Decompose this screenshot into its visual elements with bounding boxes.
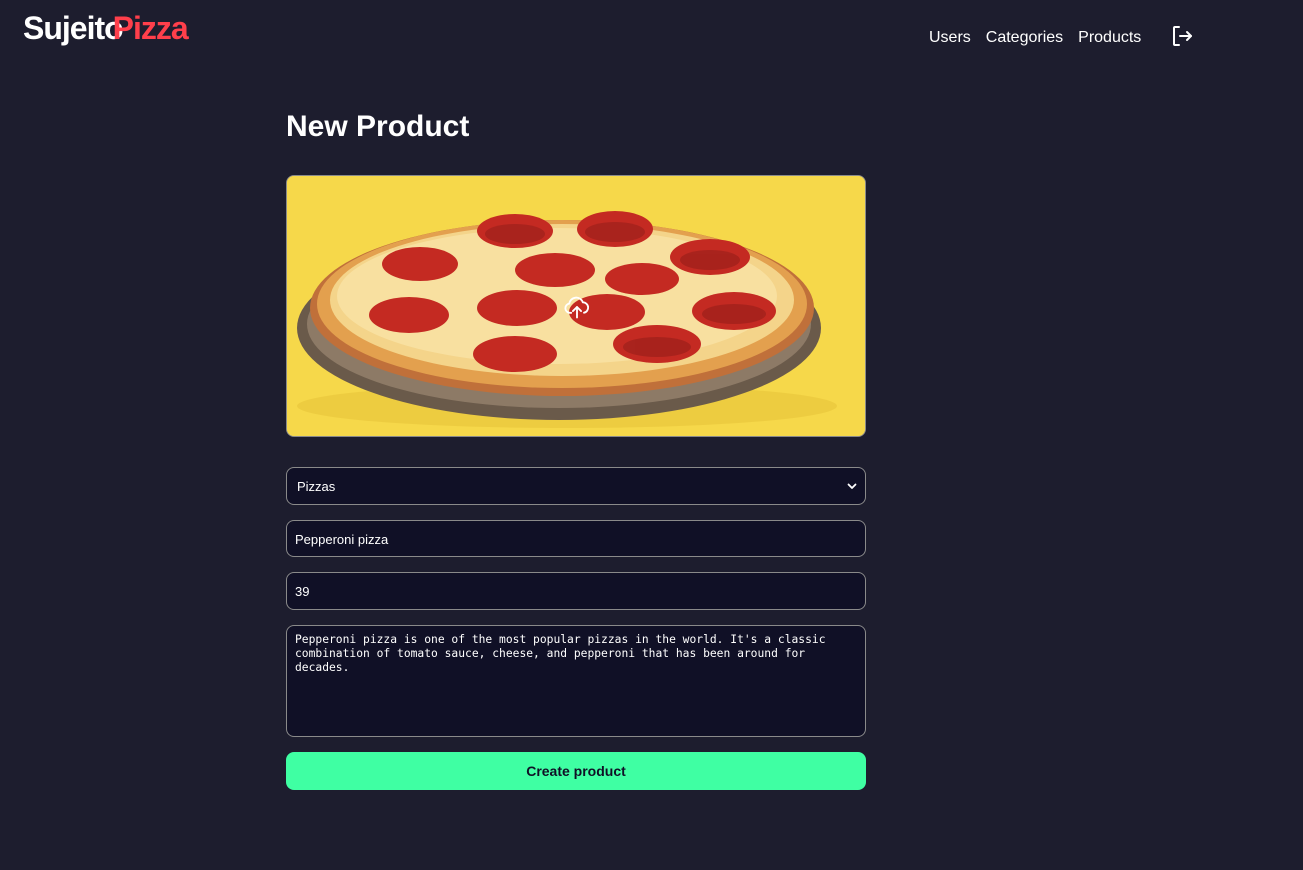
product-price-input[interactable]: 39	[286, 572, 866, 610]
logout-icon[interactable]	[1170, 24, 1194, 48]
category-selected-value: Pizzas	[297, 479, 336, 494]
page-title: New Product	[286, 110, 470, 143]
logo-accent: Pizza	[112, 10, 189, 46]
nav-categories-link[interactable]: Categories	[986, 29, 1063, 47]
category-select[interactable]: Pizzas	[286, 467, 866, 505]
header: SujeitoPizza Users Categories Products	[0, 0, 1303, 70]
product-price-value: 39	[295, 584, 310, 599]
chevron-down-icon	[847, 483, 857, 489]
product-name-value: Pepperoni pizza	[295, 532, 389, 547]
cloud-upload-icon	[564, 296, 590, 319]
image-upload[interactable]	[286, 175, 866, 437]
nav-users-link[interactable]: Users	[929, 29, 971, 47]
product-description-value: Pepperoni pizza is one of the most popul…	[295, 633, 833, 674]
main-nav: Users Categories Products	[929, 29, 1156, 47]
nav-products-link[interactable]: Products	[1078, 29, 1141, 47]
product-name-input[interactable]: Pepperoni pizza	[286, 520, 866, 557]
logo-primary: Sujeito	[23, 10, 124, 46]
product-description-textarea[interactable]: Pepperoni pizza is one of the most popul…	[286, 625, 866, 737]
logo[interactable]: SujeitoPizza	[23, 10, 189, 47]
create-product-button[interactable]: Create product	[286, 752, 866, 790]
